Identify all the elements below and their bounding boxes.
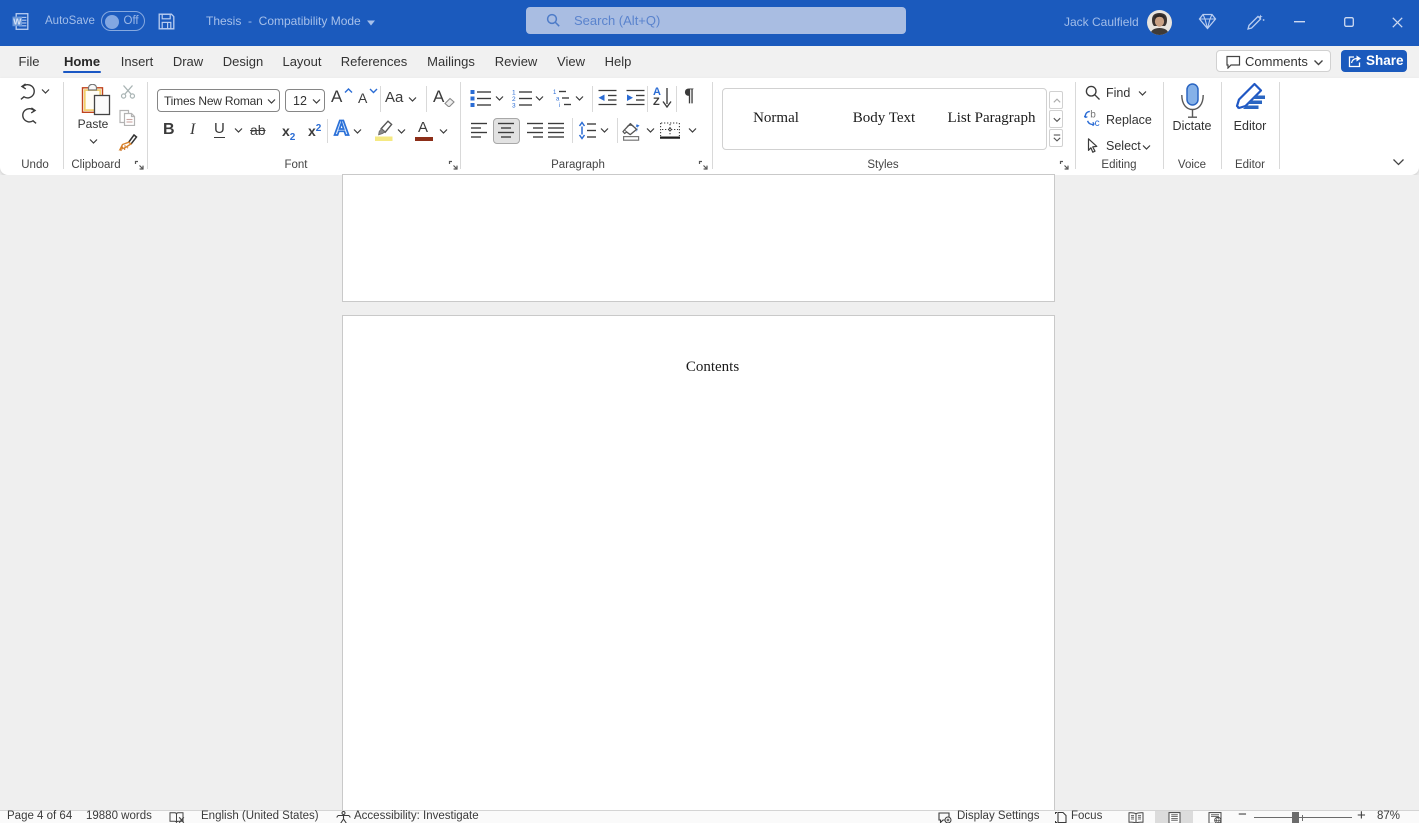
svg-text:c: c: [1095, 118, 1100, 127]
svg-text:3: 3: [512, 103, 516, 109]
svg-text:i: i: [559, 103, 560, 108]
svg-text:a: a: [556, 97, 560, 103]
svg-text:1: 1: [553, 90, 557, 96]
